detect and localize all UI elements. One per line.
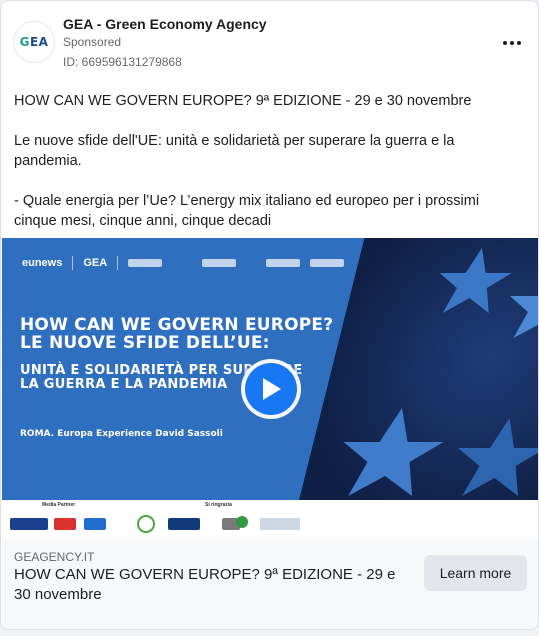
video-thumbnail[interactable]: eunews GEA HOW CAN WE GOVERN EUROPE? LE … (2, 238, 538, 538)
avatar[interactable]: GEA (13, 21, 55, 63)
post-header: GEA GEA - Green Economy Agency Sponsored… (13, 13, 526, 73)
ad-id: ID: 669596131279868 (63, 55, 182, 69)
banco-bpm-logo (168, 518, 200, 530)
media-partner-label: Media Partner (42, 502, 76, 508)
post-paragraph: Le nuove sfide dell'UE: unità e solidari… (14, 133, 455, 169)
banner-headline: HOW CAN WE GOVERN EUROPE? LE NUOVE SFIDE… (20, 315, 334, 353)
play-button[interactable] (241, 359, 301, 419)
link-headline[interactable]: HOW CAN WE GOVERN EUROPE? 9ª EDIZIONE - … (14, 565, 414, 605)
post-text: HOW CAN WE GOVERN EUROPE? 9ª EDIZIONE - … (14, 91, 524, 251)
gea-logo: GEA (19, 35, 49, 49)
thanks-label: Si ringrazia (205, 502, 232, 508)
eunews-logo: eunews (22, 257, 63, 269)
link-domain: GEAGENCY.IT (14, 550, 95, 564)
radio-logo (54, 518, 76, 530)
sponsored-label: Sponsored (63, 35, 122, 49)
page-name[interactable]: GEA - Green Economy Agency (63, 16, 267, 32)
commission-logo (310, 259, 345, 267)
more-options-icon[interactable] (498, 31, 526, 55)
link-preview[interactable]: GEAGENCY.IT HOW CAN WE GOVERN EUROPE? 9ª… (2, 538, 538, 629)
bayer-logo (137, 515, 155, 533)
post-paragraph: - Quale energia per l’Ue? L’energy mix i… (14, 193, 480, 229)
partner-logos-top: eunews GEA (22, 256, 345, 270)
sponsor-strip: Media Partner Si ringrazia (2, 500, 538, 538)
learn-more-button[interactable]: Learn more (424, 555, 527, 591)
sponsor-logo (236, 516, 248, 528)
ad-card: GEA GEA - Green Economy Agency Sponsored… (0, 0, 539, 630)
agency-logo (84, 518, 106, 530)
office-logo (266, 259, 301, 267)
gea-banner-logo: GEA (83, 257, 108, 269)
banner-location: ROMA. Europa Experience David Sassoli (20, 429, 223, 439)
rai-radio-logo (10, 518, 48, 530)
post-paragraph: HOW CAN WE GOVERN EUROPE? 9ª EDIZIONE - … (14, 93, 472, 109)
anniversary-logo (128, 259, 163, 267)
parliament-logo (202, 259, 237, 267)
play-icon (245, 363, 297, 415)
sponsor-logo (260, 518, 300, 530)
